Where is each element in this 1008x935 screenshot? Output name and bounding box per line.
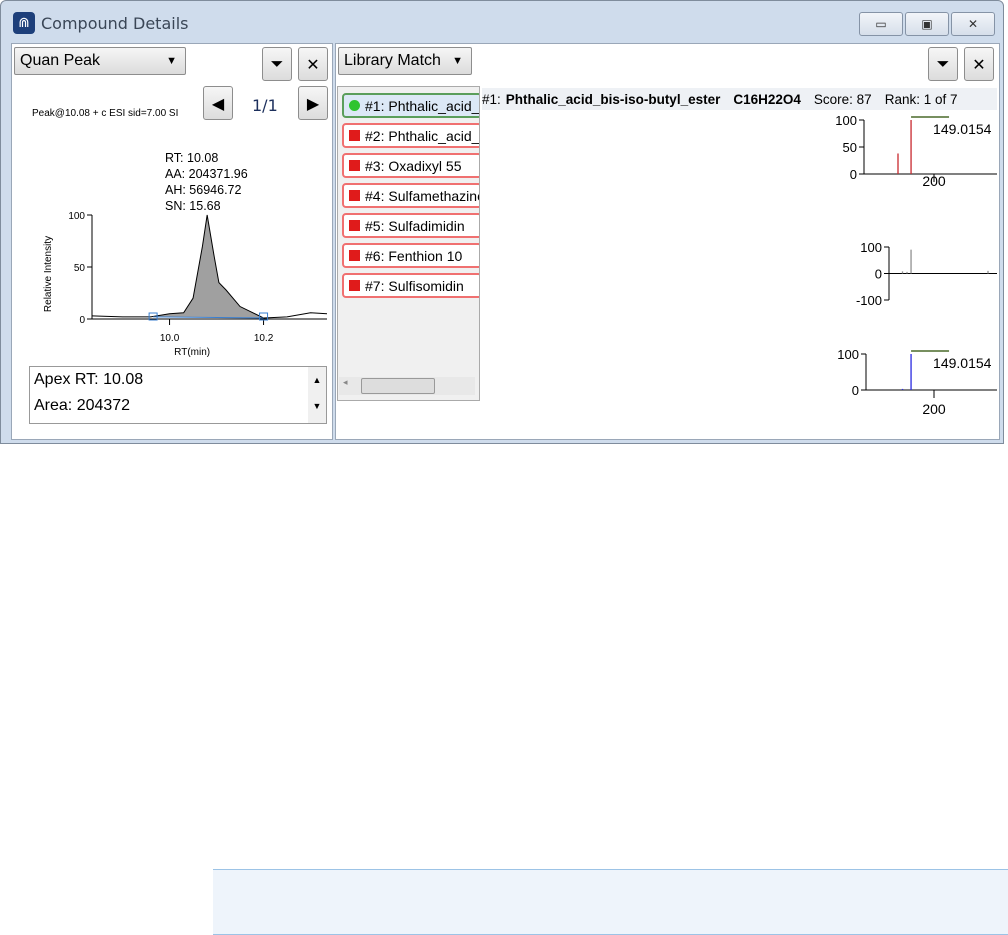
red-square-icon: [349, 130, 360, 141]
match-item[interactable]: #4: Sulfamethazine: [342, 183, 480, 208]
y-tick-label: 100: [835, 113, 857, 128]
compound-details-window: ⋒ Compound Details ▭ ▣ ✕ Quan Peak ▼ ⏷ ✕ ◀…: [0, 0, 1004, 444]
match-item[interactable]: #1: Phthalic_acid_bis-iso-butyl_ester: [342, 93, 480, 118]
y-tick-label: -100: [856, 293, 882, 308]
chevron-down-icon: ▼: [452, 55, 463, 67]
red-square-icon: [349, 280, 360, 291]
green-dot-icon: [349, 100, 360, 111]
title-bar: ⋒ Compound Details: [13, 10, 188, 36]
match-item[interactable]: #5: Sulfadimidin: [342, 213, 479, 238]
scroll-left-icon: ◂: [343, 378, 348, 388]
match-item[interactable]: #6: Fenthion 10: [342, 243, 479, 268]
close-panel-button[interactable]: ✕: [964, 47, 994, 81]
close-window-button[interactable]: ✕: [951, 12, 995, 36]
maximize-button[interactable]: ▣: [905, 12, 949, 36]
match-list: #1: Phthalic_acid_bis-iso-butyl_ester #2:…: [337, 86, 480, 401]
info-scrollbar[interactable]: ▲ ▼: [308, 367, 326, 423]
y-axis-label: Relative Intensity: [43, 236, 54, 312]
match-label: #4: Sulfamethazine: [365, 187, 480, 204]
note-box: [213, 869, 1008, 935]
peak-info-box: Apex RT: 10.08 Area: 204372 ▲ ▼: [29, 366, 327, 424]
red-square-icon: [349, 190, 360, 201]
y-tick-label: 0: [852, 383, 859, 398]
spectra-chart: 0501002004006008001000149.0154-100010001…: [835, 113, 997, 417]
minimize-button[interactable]: ▭: [859, 12, 903, 36]
match-header: #1: Phthalic_acid_bis-iso-butyl_ester C16H…: [482, 88, 997, 110]
area: Area: 204372: [34, 397, 131, 414]
y-tick-label: 50: [843, 140, 857, 155]
match-item[interactable]: #2: Phthalic_acid_: [342, 123, 480, 148]
score: Score: 87: [813, 91, 872, 107]
red-square-icon: [349, 250, 360, 261]
horizontal-scrollbar[interactable]: ◂: [339, 377, 475, 395]
close-icon: ✕: [967, 17, 979, 31]
y-tick-label: 50: [74, 263, 86, 274]
match-item[interactable]: #3: Oxadixyl 55: [342, 153, 479, 178]
maximize-icon: ▣: [921, 17, 933, 31]
match-label: #3: Oxadixyl 55: [365, 157, 462, 174]
y-tick-label: 0: [875, 267, 882, 282]
x-tick-label: 10.0: [160, 333, 180, 344]
rank: Rank: 1 of 7: [884, 91, 958, 107]
close-icon: ✕: [972, 54, 986, 74]
scrollbar-thumb[interactable]: [361, 378, 435, 394]
chromatogram-chart: Peak@10.08 + c ESI sid=7.00 SI RT: 10.08 A…: [32, 108, 328, 358]
x-axis-label: RT(min): [174, 347, 210, 358]
peak-label: 149.0154: [933, 121, 992, 137]
minimize-icon: ▭: [875, 17, 887, 31]
peak-area: [153, 215, 264, 318]
menu-down-icon: ⏷: [936, 54, 950, 73]
match-label: #7: Sulfisomidin: [365, 277, 464, 294]
x-tick-label: 10.2: [254, 333, 274, 344]
y-tick-label: 0: [79, 315, 85, 326]
red-square-icon: [349, 160, 360, 171]
compound-name: Phthalic_acid_bis-iso-butyl_ester: [505, 91, 721, 107]
dropdown-label: Library Match: [344, 52, 441, 69]
formula: C16H22O4: [733, 91, 801, 107]
y-tick-label: 100: [68, 211, 85, 222]
peak-annotation: AH: 56946.72: [165, 183, 241, 197]
window-title: Compound Details: [41, 13, 189, 33]
peak-annotation: SN: 15.68: [165, 199, 221, 213]
peak-annotation: RT: 10.08: [165, 151, 218, 165]
match-item[interactable]: #7: Sulfisomidin: [342, 273, 479, 298]
library-match-panel: Library Match ▼ ⏷ ✕ #1: Phthalic_acid_bis…: [335, 43, 1000, 440]
chromatogram-header: Peak@10.08 + c ESI sid=7.00 SI: [32, 108, 178, 119]
thermo-logo-icon: ⋒: [13, 12, 35, 34]
library-match-dropdown[interactable]: Library Match ▼: [338, 47, 472, 75]
match-label: #6: Fenthion 10: [365, 247, 463, 264]
match-label: #5: Sulfadimidin: [365, 217, 465, 234]
peak-label: 149.0154: [933, 355, 992, 371]
header-rank-label: #1:: [482, 91, 501, 107]
x-tick-label: 200: [922, 173, 946, 189]
options-button[interactable]: ⏷: [928, 47, 958, 81]
quan-peak-panel: Quan Peak ▼ ⏷ ✕ ◀ 1/1 ▶ Peak@10.08 + c ES…: [11, 43, 333, 440]
match-label: #1: Phthalic_acid_bis-iso-butyl_ester: [365, 97, 480, 114]
y-tick-label: 100: [837, 347, 859, 362]
red-square-icon: [349, 220, 360, 231]
y-tick-label: 0: [850, 167, 857, 182]
y-tick-label: 100: [860, 240, 882, 255]
x-tick-label: 200: [922, 401, 946, 417]
apex-rt: Apex RT: 10.08: [34, 371, 144, 388]
match-label: #2: Phthalic_acid_: [365, 127, 480, 144]
peak-annotation: AA: 204371.96: [165, 167, 248, 181]
